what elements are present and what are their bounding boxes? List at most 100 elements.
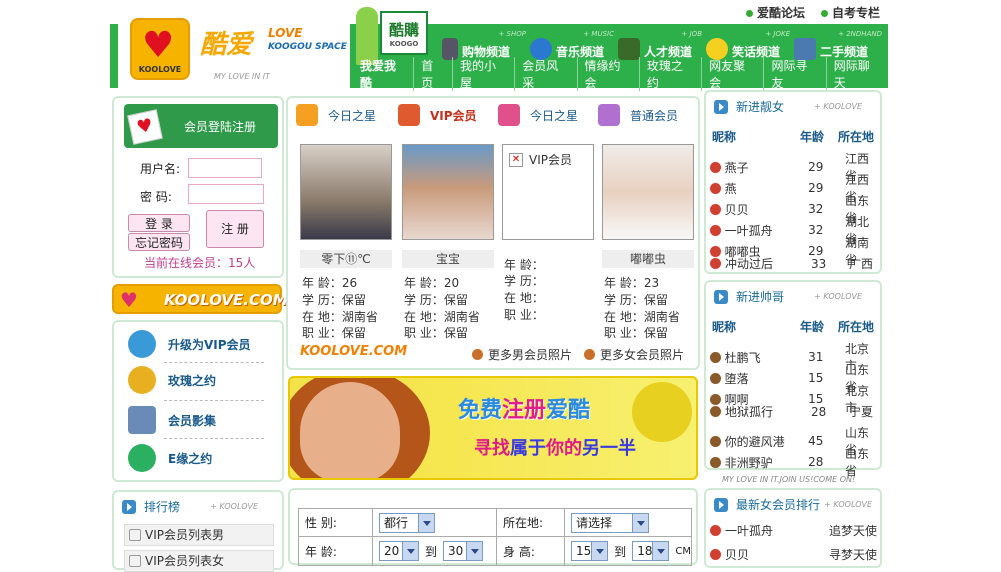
age-to-select[interactable]: 30: [443, 541, 484, 561]
nav-item-party[interactable]: 网友聚会: [701, 57, 763, 91]
ranking-header: 排行榜 + KOOLOVE: [122, 498, 258, 515]
broken-image-icon: ✕: [509, 153, 523, 167]
password-input[interactable]: [188, 184, 264, 204]
list-item[interactable]: 一叶孤舟 追梦天使: [710, 522, 877, 539]
broken-image[interactable]: ✕ VIP会员: [502, 144, 594, 240]
koogo-logo[interactable]: 酷購 KOOGO: [352, 5, 432, 65]
nav-item-chat[interactable]: 网际聊天: [825, 57, 888, 91]
heart-logo-icon: ♥ KOOLOVE: [130, 18, 190, 80]
channel-job[interactable]: + JOB 人才频道: [618, 30, 702, 60]
globe-icon: [128, 330, 156, 358]
new-guys-columns: 昵称 年龄 所在地: [712, 320, 875, 334]
list-item[interactable]: 贝贝 寻梦天使: [710, 546, 877, 563]
member-head: 今日之星: [296, 104, 376, 126]
spade-icon: [598, 104, 620, 126]
height-label: 身 高:: [497, 537, 565, 565]
member-photo[interactable]: [602, 144, 694, 240]
member-name: 嘟嘟虫: [602, 250, 694, 268]
gender-select[interactable]: 都行: [379, 512, 435, 533]
rank-vip-female[interactable]: VIP会员列表女: [124, 550, 274, 572]
user-icon: [710, 456, 721, 468]
new-girls-panel: 新进靓女 + KOOLOVE 昵称 年龄 所在地 燕子 29 江西省 燕 29 江西省 贝贝…: [704, 90, 882, 274]
nav-first[interactable]: 我爱我酷: [354, 57, 413, 91]
nav-item-dating[interactable]: 情缘约会: [576, 57, 639, 91]
new-girls-header: 新进靓女 + KOOLOVE: [714, 98, 862, 115]
rank-vip-male[interactable]: VIP会员列表男: [124, 524, 274, 546]
brand-cn: 酷爱: [200, 30, 253, 60]
menu-rose[interactable]: 玫瑰之约: [128, 366, 216, 394]
chevron-down-icon: [466, 542, 483, 560]
nav-item-rose[interactable]: 玫瑰之约: [638, 57, 701, 91]
brand-slogan: MY LOVE IN IT: [214, 72, 271, 81]
menu-upgrade-vip[interactable]: 升级为VIP会员: [128, 330, 251, 358]
member-photo[interactable]: [300, 144, 392, 240]
koogo-box: 酷購 KOOGO: [380, 11, 428, 55]
member-photo[interactable]: [402, 144, 494, 240]
chevron-down-icon: [591, 542, 608, 560]
menu-album[interactable]: 会员影集: [128, 406, 216, 434]
search-panel: 性 别: 都行 所在地: 请选择 年 龄: 20 到 30 身 高: 15 到 …: [288, 488, 698, 566]
forgot-password-button[interactable]: 忘记密码: [128, 233, 190, 251]
koolove-banner[interactable]: ♥ KOOLOVE.COM: [112, 284, 288, 314]
height-from-select[interactable]: 15: [571, 541, 609, 561]
chevron-down-icon: [418, 513, 434, 532]
age-from-select[interactable]: 20: [379, 541, 419, 561]
new-girls-columns: 昵称 年龄 所在地: [712, 130, 875, 144]
login-button[interactable]: 登 录: [128, 214, 190, 232]
register-ad-banner[interactable]: 免费注册爱酷 寻找属于你的另一半: [288, 376, 698, 480]
nav-item-home[interactable]: 首页: [413, 57, 452, 91]
chevron-down-icon: [402, 542, 418, 560]
list-item[interactable]: 冲动过后 33 广西: [710, 255, 873, 272]
register-button[interactable]: 注 册: [206, 210, 264, 248]
channel-shop[interactable]: + SHOP 购物频道: [442, 30, 526, 60]
online-count: 当前在线会员：15人: [144, 256, 256, 270]
arrow-icon: [122, 499, 136, 514]
heart-icon: [498, 104, 520, 126]
ad-line-2: 寻找属于你的另一半: [474, 438, 636, 459]
list-item[interactable]: 地狱孤行 28 宁夏: [710, 403, 873, 420]
channel-music[interactable]: + MUSIC 音乐频道: [530, 30, 614, 60]
password-label: 密 码:: [140, 190, 172, 204]
height-to-select[interactable]: 18: [632, 541, 670, 561]
dot-icon: [820, 9, 828, 17]
login-panel: ♥ 会员登陆注册 用户名: 密 码: 登 录 忘记密码 注 册 当前在线会员：1…: [112, 96, 284, 278]
header: 爱酷论坛 自考专栏 ♥ KOOLOVE 酷爱 LOVE KOOGOU SPACE …: [110, 0, 888, 91]
age-label: 年 龄:: [299, 537, 373, 565]
main-nav: 我爱我酷 首页 我的小屋 会员风采 情缘约会 玫瑰之约 网友聚会 网际寻友 网际…: [354, 57, 888, 91]
user-icon: [710, 549, 721, 560]
heart-icon: ♥: [120, 288, 138, 312]
nav-item-findfriend[interactable]: 网际寻友: [763, 57, 825, 91]
female-rank-panel: 最新女会员排行 + KOOLOVE 一叶孤舟 追梦天使 贝贝 寻梦天使: [704, 488, 882, 568]
user-icon: [710, 258, 721, 269]
login-header: ♥ 会员登陆注册: [124, 104, 278, 148]
left-menu-panel: 升级为VIP会员 玫瑰之约 会员影集 E缘之约: [112, 320, 284, 482]
list-item[interactable]: 非洲野驴 28 山东省: [710, 445, 880, 479]
location-select[interactable]: 请选择: [571, 512, 649, 533]
more-male-link[interactable]: 更多男会员照片: [472, 346, 572, 363]
woman-face: [300, 382, 400, 478]
divider: [164, 438, 264, 439]
channel-joke[interactable]: + JOKE 笑话频道: [706, 30, 790, 60]
computer-icon: [128, 406, 156, 434]
logo[interactable]: ♥ KOOLOVE 酷爱 LOVE KOOGOU SPACE MY LOVE IN…: [118, 10, 350, 88]
search-form: 性 别: 都行 所在地: 请选择 年 龄: 20 到 30 身 高: 15 到 …: [298, 508, 692, 566]
exam-link[interactable]: 自考专栏: [820, 4, 880, 21]
nav-item-members[interactable]: 会员风采: [514, 57, 576, 91]
location-label: 所在地:: [497, 509, 565, 536]
channel-secondhand[interactable]: + 2NDHAND 二手频道: [794, 30, 882, 60]
forum-link[interactable]: 爱酷论坛: [745, 4, 805, 21]
chevron-down-icon: [632, 513, 648, 532]
koolove-footer-logo: KOOLOVE.COM: [300, 344, 408, 359]
card-icon: ♥: [127, 109, 163, 145]
n-badge-icon: [128, 444, 156, 472]
more-female-link[interactable]: 更多女会员照片: [584, 346, 684, 363]
face-icon: [584, 349, 595, 360]
house-icon: [296, 104, 318, 126]
female-rank-header: 最新女会员排行 + KOOLOVE: [714, 496, 872, 513]
member-head: VIP会员: [398, 104, 477, 126]
new-guys-header: 新进帅哥 + KOOLOVE: [714, 288, 862, 305]
username-input[interactable]: [188, 158, 262, 178]
member-head: 今日之星: [498, 104, 578, 126]
nav-item-myhouse[interactable]: 我的小屋: [451, 57, 514, 91]
menu-e-date[interactable]: E缘之约: [128, 444, 212, 472]
